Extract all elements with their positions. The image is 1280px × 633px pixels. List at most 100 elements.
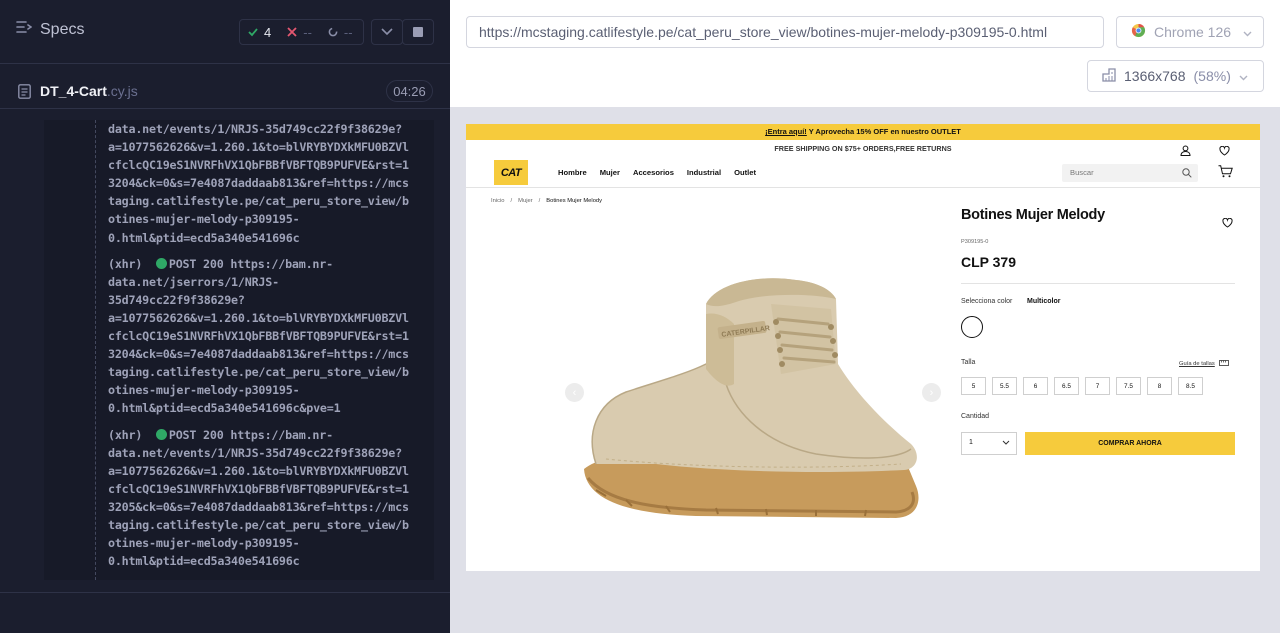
quantity-select[interactable]: 1 (961, 432, 1017, 455)
log-line: cfclcQC19eS1NVRFhVX1QbFBBfVBFTQB9PUFVE&r… (108, 158, 409, 173)
chevron-down-button[interactable] (371, 19, 403, 45)
stop-button[interactable] (402, 19, 434, 45)
specs-header: Specs 4 -- -- (0, 0, 450, 64)
browser-name: Chrome 126 (1154, 24, 1232, 40)
check-icon (248, 25, 258, 40)
size-option[interactable]: 8.5 (1178, 377, 1203, 395)
promo-text: Y Aprovecha 15% OFF en nuestro OUTLET (806, 127, 961, 136)
x-icon (287, 25, 297, 40)
failed-count: -- (303, 24, 312, 40)
log-line: taging.catlifestyle.pe/cat_peru_store_vi… (108, 365, 409, 380)
search-input[interactable]: Buscar (1062, 164, 1198, 182)
log-line: 0.html&ptid=ecd5a340e541696c (108, 554, 300, 569)
pending-count: -- (343, 24, 353, 40)
viewport-info[interactable]: 1366x768 (58%) (1087, 60, 1264, 92)
divider (961, 283, 1235, 284)
chevron-down-icon (1002, 440, 1010, 447)
log-line: (xhr) POST 200 https://bam.nr- (108, 427, 333, 442)
specs-title: Specs (40, 20, 85, 38)
log-line: a=1077562626&v=1.260.1&to=blVRYBYDXkMFU0… (108, 463, 409, 478)
log-line: data.net/events/1/NRJS-35d749cc22f9f3862… (108, 122, 402, 136)
product-price: CLP 379 (961, 254, 1016, 270)
menu-item-outlet[interactable]: Outlet (734, 168, 756, 177)
specs-list-icon (16, 20, 33, 39)
breadcrumb-inicio[interactable]: Inicio (491, 198, 505, 204)
wishlist-heart-icon[interactable] (1222, 215, 1233, 233)
size-option[interactable]: 7 (1085, 377, 1110, 395)
spec-file-row[interactable]: DT_4-Cart.cy.js 04:26 (0, 75, 450, 109)
size-option[interactable]: 7.5 (1116, 377, 1141, 395)
log-line: 3205&ck=0&s=7e4087daddaab813&ref=https:/… (108, 499, 409, 514)
category-menu: Hombre Mujer Accesorios Industrial Outle… (558, 168, 756, 177)
boot-illustration: CATERPILLAR (584, 278, 919, 518)
search-icon[interactable] (1182, 168, 1192, 180)
menu-item-accesorios[interactable]: Accesorios (633, 168, 674, 177)
log-line: 3204&ck=0&s=7e4087daddaab813&ref=https:/… (108, 347, 409, 362)
menu-item-hombre[interactable]: Hombre (558, 168, 587, 177)
ruler-icon (1218, 360, 1229, 368)
buy-now-button[interactable]: COMPRAR AHORA (1025, 432, 1235, 455)
viewport-zoom: (58%) (1193, 68, 1231, 84)
cart-icon[interactable] (1218, 165, 1233, 183)
aut-stage: ¡Entra aquí! Y Aprovecha 15% OFF en nues… (450, 107, 1280, 633)
log-line: a=1077562626&v=1.260.1&to=blVRYBYDXkMFU0… (108, 310, 409, 325)
menu-item-industrial[interactable]: Industrial (687, 168, 721, 177)
log-line: 0.html&ptid=ecd5a340e541696c (108, 230, 300, 245)
log-line: a=1077562626&v=1.260.1&to=blVRYBYDXkMFU0… (108, 140, 409, 155)
size-option[interactable]: 6.5 (1054, 377, 1079, 395)
main-nav: CAT Hombre Mujer Accesorios Industrial O… (466, 156, 1260, 188)
breadcrumb-current: Botines Mujer Melody (546, 198, 603, 204)
chevron-down-icon (381, 28, 393, 36)
log-line: 35d749cc22f9f38629e? (108, 292, 245, 307)
file-base-name: DT_4-Cart (40, 83, 107, 99)
size-guide-link[interactable]: Guía de tallas (1179, 360, 1229, 368)
breadcrumb-sep: / (538, 198, 541, 204)
log-line: otines-mujer-melody-p309195- (108, 536, 300, 551)
size-option[interactable]: 5.5 (992, 377, 1017, 395)
browser-selector[interactable]: Chrome 126 (1116, 16, 1264, 48)
file-extension: .cy.js (106, 83, 138, 99)
breadcrumb-mujer[interactable]: Mujer (518, 198, 533, 204)
quantity-value: 1 (969, 439, 973, 446)
log-line: data.net/events/1/NRJS-35d749cc22f9f3862… (108, 445, 402, 460)
size-options: 5 5.5 6 6.5 7 7.5 8 8.5 (961, 377, 1203, 395)
log-line: taging.catlifestyle.pe/cat_peru_store_vi… (108, 517, 409, 532)
runner-panel: Specs 4 -- -- DT_4-Cart.cy.js 04:26 data… (0, 0, 450, 633)
test-stats: 4 -- -- (239, 19, 364, 45)
log-line: taging.catlifestyle.pe/cat_peru_store_vi… (108, 194, 409, 209)
size-option[interactable]: 8 (1147, 377, 1172, 395)
log-line: 3204&ck=0&s=7e4087daddaab813&ref=https:/… (108, 176, 409, 191)
promo-link[interactable]: ¡Entra aquí! (765, 127, 807, 136)
ruler-icon (1102, 67, 1116, 85)
aut-panel: https://mcstaging.catlifestyle.pe/cat_pe… (450, 0, 1280, 633)
size-option[interactable]: 5 (961, 377, 986, 395)
specs-toggle[interactable]: Specs (16, 20, 84, 39)
quantity-label: Cantidad (961, 413, 990, 420)
command-log[interactable]: data.net/events/1/NRJS-35d749cc22f9f3862… (44, 120, 434, 580)
app-iframe: ¡Entra aquí! Y Aprovecha 15% OFF en nues… (466, 124, 1260, 571)
color-swatch[interactable] (961, 316, 983, 338)
breadcrumb: Inicio / Mujer / Botines Mujer Melody (491, 198, 602, 204)
shipping-banner: FREE SHIPPING ON $75+ ORDERS,FREE RETURN… (774, 144, 952, 153)
log-line: otines-mujer-melody-p309195- (108, 383, 300, 398)
url-bar[interactable]: https://mcstaging.catlifestyle.pe/cat_pe… (466, 16, 1104, 48)
stop-icon (413, 27, 423, 37)
menu-item-mujer[interactable]: Mujer (600, 168, 620, 177)
file-icon (18, 84, 31, 103)
log-indent-line (95, 120, 96, 580)
logo-text: CAT (500, 166, 522, 179)
size-option[interactable]: 6 (1023, 377, 1048, 395)
cat-logo[interactable]: CAT (494, 160, 528, 185)
bottom-divider (0, 592, 450, 593)
color-value: Multicolor (1027, 298, 1061, 305)
search-placeholder: Buscar (1070, 168, 1094, 177)
size-guide-text: Guía de tallas (1179, 361, 1215, 367)
product-image: CATERPILLAR (566, 264, 946, 524)
size-label: Talla (961, 359, 976, 366)
chrome-icon (1131, 23, 1146, 41)
failed-stat: -- (279, 25, 320, 40)
promo-banner: ¡Entra aquí! Y Aprovecha 15% OFF en nues… (466, 124, 1260, 140)
pending-stat: -- (320, 25, 361, 40)
